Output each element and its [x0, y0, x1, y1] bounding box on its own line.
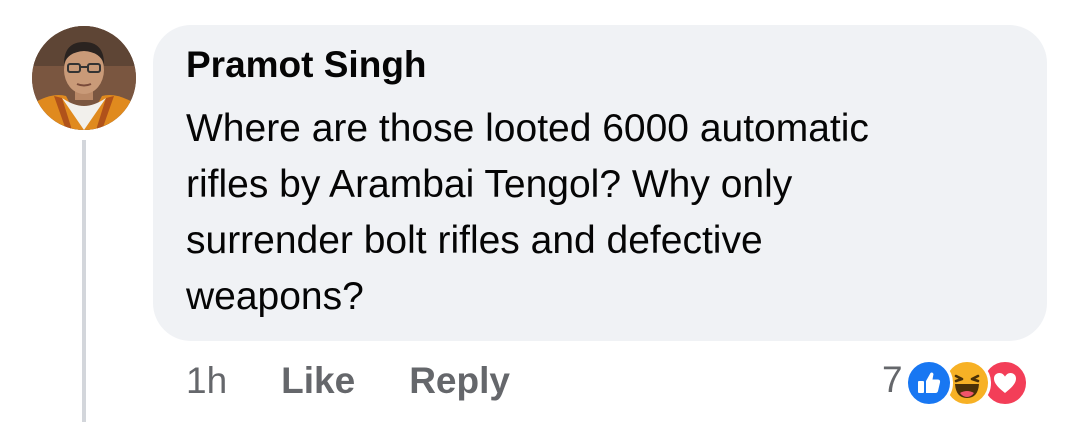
comment-text-line: Where are those looted 6000 automatic — [186, 107, 869, 150]
comment-actions: 1h Like Reply — [186, 358, 510, 404]
reaction-icons — [904, 356, 1029, 407]
like-icon — [904, 359, 953, 407]
comment: Pramot Singh Where are those looted 6000… — [0, 0, 1080, 428]
timestamp[interactable]: 1h — [186, 360, 227, 402]
reply-button[interactable]: Reply — [409, 360, 510, 402]
reaction-count: 7 — [882, 359, 903, 400]
avatar[interactable] — [32, 26, 136, 130]
like-button[interactable]: Like — [281, 360, 355, 402]
comment-text-line: rifles by Arambai Tengol? Why only — [186, 163, 793, 206]
author-name[interactable]: Pramot Singh — [186, 44, 427, 86]
reactions-summary[interactable]: 7 — [882, 356, 1029, 407]
avatar-image — [32, 26, 136, 130]
thread-line — [82, 140, 86, 422]
comment-text: Where are those looted 6000 automatic ri… — [186, 101, 1026, 325]
comment-text-line: surrender bolt rifles and defective — [186, 219, 763, 262]
comment-text-line: weapons? — [186, 275, 364, 318]
